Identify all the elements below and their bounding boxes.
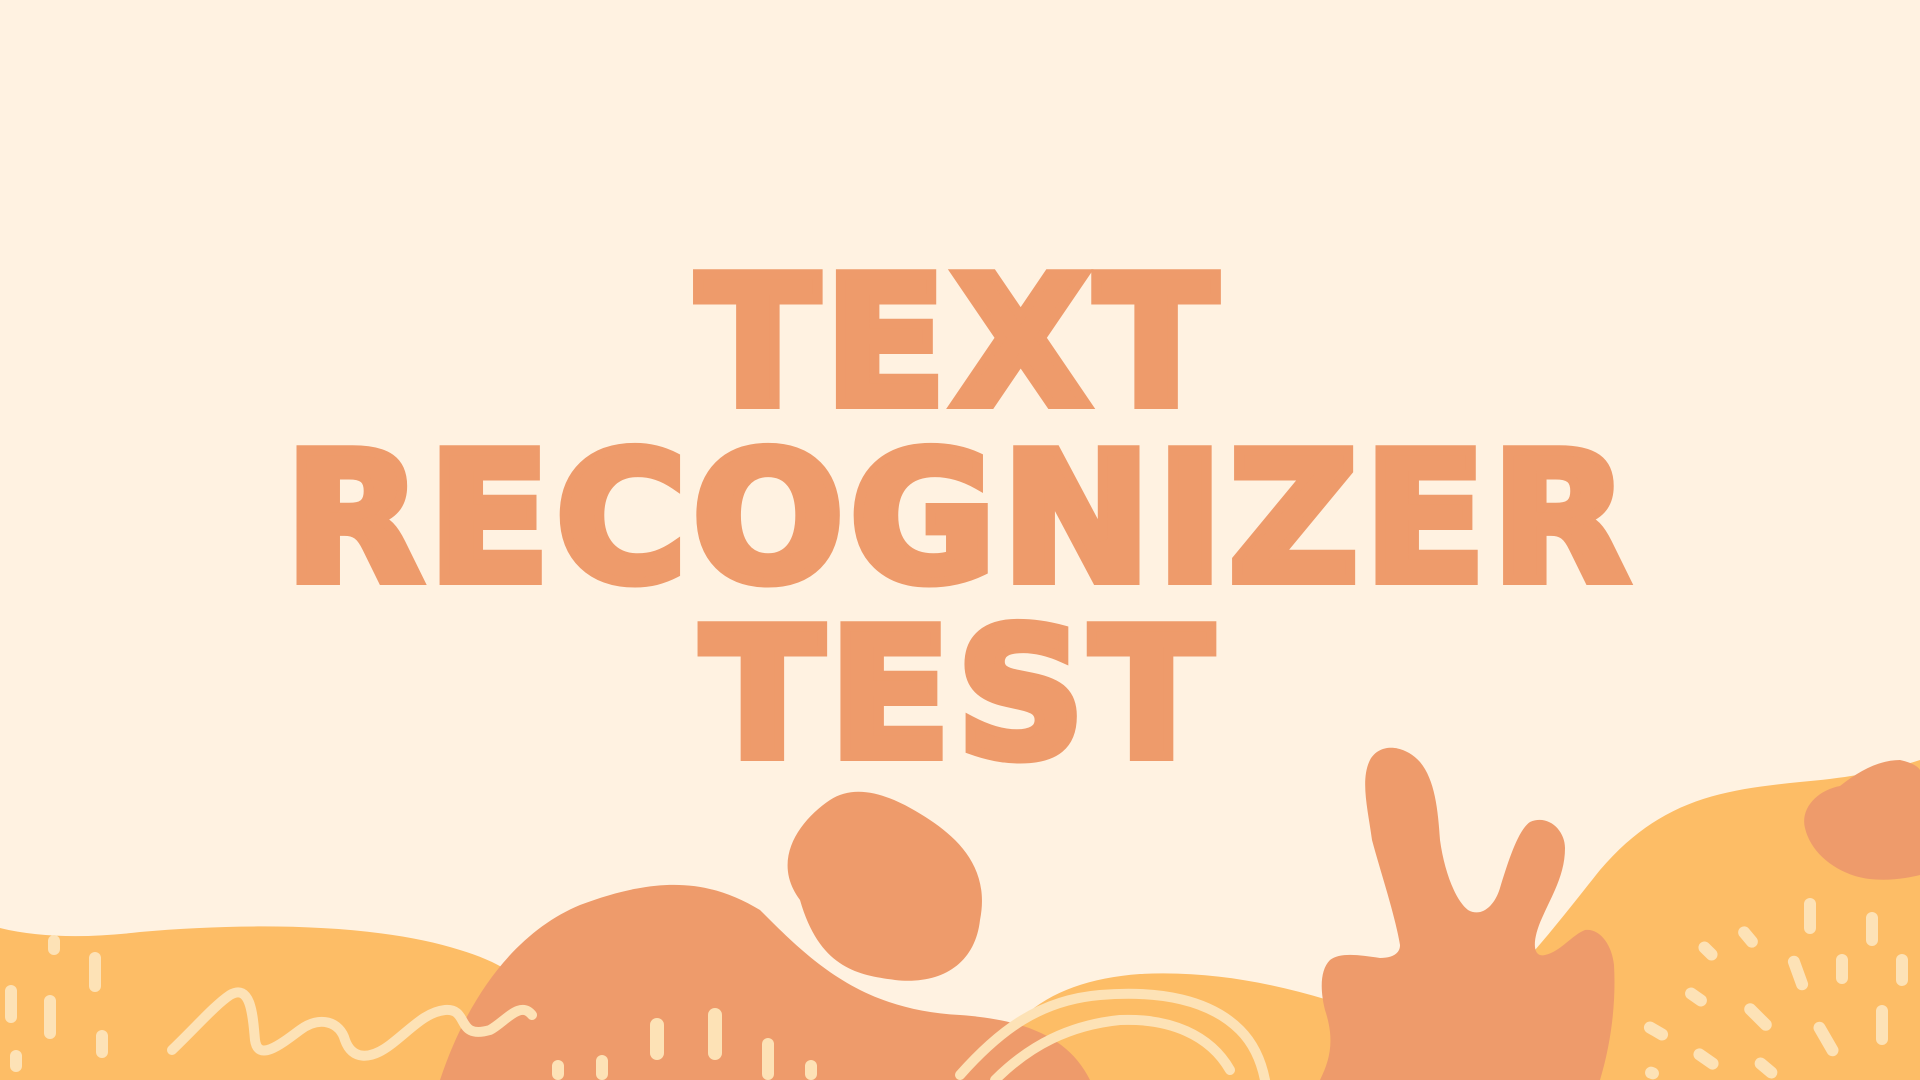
poster-canvas: TEXT RECOGNIZER TEST xyxy=(0,0,1920,1080)
title-line-2: RECOGNIZER xyxy=(280,415,1635,622)
title-line-1: TEXT xyxy=(692,239,1223,446)
floating-blob xyxy=(787,791,982,981)
title-block: TEXT RECOGNIZER TEST xyxy=(0,239,1920,798)
title-line-3: TEST xyxy=(697,591,1219,798)
